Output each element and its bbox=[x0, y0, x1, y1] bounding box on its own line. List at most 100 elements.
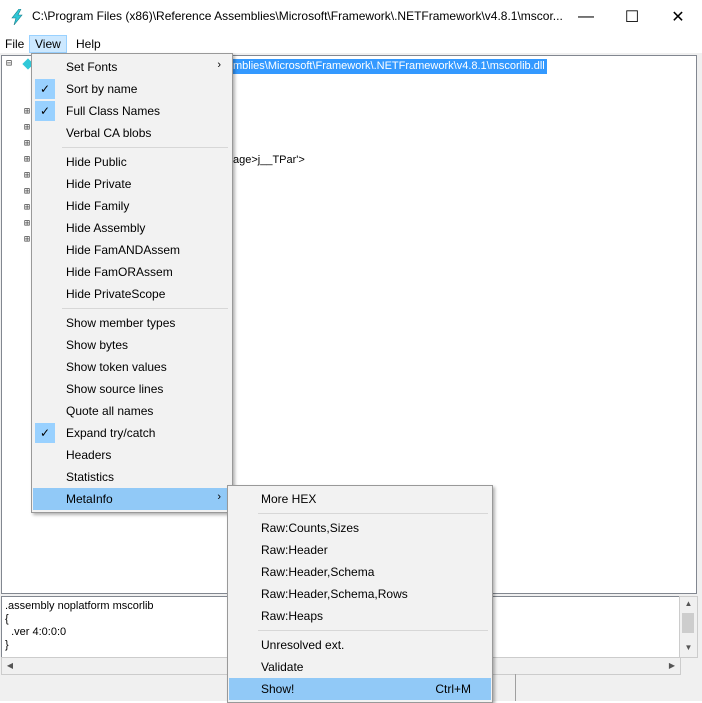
menu-item-label: Raw:Heaps bbox=[261, 609, 324, 623]
menu-item-sort-by-name[interactable]: ✓ Sort by name bbox=[33, 78, 231, 100]
menu-item-label: Raw:Header,Schema,Rows bbox=[261, 587, 408, 601]
tree-node[interactable]: age>j__TPar'> bbox=[233, 154, 305, 166]
menu-bar: File View Help bbox=[0, 33, 702, 53]
menu-separator bbox=[258, 630, 488, 631]
menu-item-label: MetaInfo bbox=[66, 492, 113, 506]
view-menu-dropdown: Set Fonts › ✓ Sort by name ✓ Full Class … bbox=[31, 53, 233, 513]
minimize-icon: — bbox=[578, 7, 594, 25]
menu-item-label: Show bytes bbox=[66, 338, 129, 352]
expand-icon[interactable]: ⊞ bbox=[24, 186, 30, 197]
menu-item-show-source-lines[interactable]: Show source lines bbox=[33, 378, 231, 400]
submenu-arrow-icon: › bbox=[217, 491, 221, 503]
expand-icon[interactable]: ⊞ bbox=[24, 234, 30, 245]
menu-separator bbox=[62, 147, 228, 148]
menu-item-label: Quote all names bbox=[66, 404, 154, 418]
expand-icon[interactable]: ⊞ bbox=[24, 202, 30, 213]
disasm-line: .ver 4:0:0:0 bbox=[5, 626, 67, 638]
menu-view[interactable]: View bbox=[29, 35, 67, 53]
menu-item-label: Unresolved ext. bbox=[261, 638, 345, 652]
checkmark-icon: ✓ bbox=[35, 101, 55, 121]
maximize-button[interactable]: ☐ bbox=[609, 0, 655, 33]
menu-item-label: Full Class Names bbox=[66, 104, 161, 118]
status-divider bbox=[515, 674, 516, 701]
menu-item-label: Statistics bbox=[66, 470, 115, 484]
menu-item-label: Headers bbox=[66, 448, 112, 462]
checkmark-icon: ✓ bbox=[35, 423, 55, 443]
menu-item-expand-try-catch[interactable]: ✓ Expand try/catch bbox=[33, 422, 231, 444]
menu-item-show[interactable]: Show! Ctrl+M bbox=[229, 678, 491, 700]
maximize-icon: ☐ bbox=[624, 8, 640, 26]
menu-item-raw-heaps[interactable]: Raw:Heaps bbox=[229, 605, 491, 627]
menu-item-label: Hide Family bbox=[66, 199, 130, 213]
disasm-line: { bbox=[5, 613, 9, 625]
menu-separator bbox=[258, 513, 488, 514]
checkmark-icon: ✓ bbox=[35, 79, 55, 99]
menu-item-hide-assembly[interactable]: Hide Assembly bbox=[33, 217, 231, 239]
menu-item-label: Show member types bbox=[66, 316, 176, 330]
menu-help[interactable]: Help bbox=[71, 35, 106, 53]
ildasm-window: C:\Program Files (x86)\Reference Assembl… bbox=[0, 0, 702, 703]
expand-icon[interactable]: ⊞ bbox=[24, 106, 30, 117]
menu-item-verbal-ca-blobs[interactable]: Verbal CA blobs bbox=[33, 122, 231, 144]
menu-item-hide-family[interactable]: Hide Family bbox=[33, 195, 231, 217]
menu-item-label: More HEX bbox=[261, 492, 317, 506]
menu-item-label: Raw:Header,Schema bbox=[261, 565, 375, 579]
disasm-line: } bbox=[5, 639, 9, 651]
menu-item-label: Show! bbox=[261, 682, 295, 696]
expand-icon[interactable]: ⊞ bbox=[24, 170, 30, 181]
menu-item-statistics[interactable]: Statistics bbox=[33, 466, 231, 488]
metainfo-submenu: More HEX Raw:Counts,Sizes Raw:Header Raw… bbox=[227, 485, 493, 703]
scroll-up-icon[interactable]: ▲ bbox=[680, 597, 697, 611]
menu-item-label: Set Fonts bbox=[66, 60, 118, 74]
expand-icon[interactable]: ⊞ bbox=[24, 138, 30, 149]
minimize-button[interactable]: — bbox=[563, 0, 609, 33]
tree-root-node[interactable]: mblies\Microsoft\Framework\.NETFramework… bbox=[231, 59, 547, 74]
menu-item-hide-private[interactable]: Hide Private bbox=[33, 173, 231, 195]
close-button[interactable]: ✕ bbox=[655, 0, 701, 33]
scroll-down-icon[interactable]: ▼ bbox=[680, 641, 697, 655]
close-icon: ✕ bbox=[671, 8, 685, 26]
menu-item-validate[interactable]: Validate bbox=[229, 656, 491, 678]
expand-icon[interactable]: ⊞ bbox=[24, 122, 30, 133]
menu-item-label: Sort by name bbox=[66, 82, 138, 96]
submenu-arrow-icon: › bbox=[217, 59, 221, 71]
menu-item-raw-header[interactable]: Raw:Header bbox=[229, 539, 491, 561]
menu-item-raw-header-schema-rows[interactable]: Raw:Header,Schema,Rows bbox=[229, 583, 491, 605]
menu-item-more-hex[interactable]: More HEX bbox=[229, 488, 491, 510]
menu-item-hide-privatescope[interactable]: Hide PrivateScope bbox=[33, 283, 231, 305]
menu-item-label: Hide Assembly bbox=[66, 221, 146, 235]
expand-icon[interactable]: ⊞ bbox=[24, 154, 30, 165]
menu-file[interactable]: File bbox=[0, 35, 29, 53]
menu-item-label: Expand try/catch bbox=[66, 426, 156, 440]
title-bar: C:\Program Files (x86)\Reference Assembl… bbox=[0, 0, 702, 33]
scroll-right-icon[interactable]: ▶ bbox=[664, 658, 680, 674]
scroll-left-icon[interactable]: ◀ bbox=[2, 658, 18, 674]
app-lightning-icon bbox=[11, 9, 23, 25]
menu-item-full-class-names[interactable]: ✓ Full Class Names bbox=[33, 100, 231, 122]
window-title: C:\Program Files (x86)\Reference Assembl… bbox=[32, 9, 563, 23]
menu-item-raw-counts-sizes[interactable]: Raw:Counts,Sizes bbox=[229, 517, 491, 539]
menu-item-set-fonts[interactable]: Set Fonts › bbox=[33, 56, 231, 78]
menu-item-label: Hide Private bbox=[66, 177, 132, 191]
menu-item-label: Raw:Header bbox=[261, 543, 328, 557]
menu-item-hide-famandassem[interactable]: Hide FamANDAssem bbox=[33, 239, 231, 261]
menu-item-show-token-values[interactable]: Show token values bbox=[33, 356, 231, 378]
menu-item-raw-header-schema[interactable]: Raw:Header,Schema bbox=[229, 561, 491, 583]
menu-item-unresolved-ext[interactable]: Unresolved ext. bbox=[229, 634, 491, 656]
scroll-thumb[interactable] bbox=[682, 613, 694, 633]
expand-icon[interactable]: ⊞ bbox=[24, 218, 30, 229]
menu-item-label: Show token values bbox=[66, 360, 167, 374]
menu-item-hide-famorassem[interactable]: Hide FamORAssem bbox=[33, 261, 231, 283]
menu-item-show-member-types[interactable]: Show member types bbox=[33, 312, 231, 334]
vertical-scrollbar[interactable]: ▲ ▼ bbox=[679, 596, 698, 658]
menu-item-label: Hide FamORAssem bbox=[66, 265, 173, 279]
menu-item-label: Raw:Counts,Sizes bbox=[261, 521, 360, 535]
menu-separator bbox=[62, 308, 228, 309]
menu-item-hide-public[interactable]: Hide Public bbox=[33, 151, 231, 173]
menu-item-quote-all-names[interactable]: Quote all names bbox=[33, 400, 231, 422]
menu-item-headers[interactable]: Headers bbox=[33, 444, 231, 466]
menu-item-metainfo[interactable]: MetaInfo › bbox=[33, 488, 231, 510]
menu-item-show-bytes[interactable]: Show bytes bbox=[33, 334, 231, 356]
menu-item-label: Hide PrivateScope bbox=[66, 287, 166, 301]
root-collapse-icon[interactable]: ⊟ bbox=[6, 58, 12, 69]
